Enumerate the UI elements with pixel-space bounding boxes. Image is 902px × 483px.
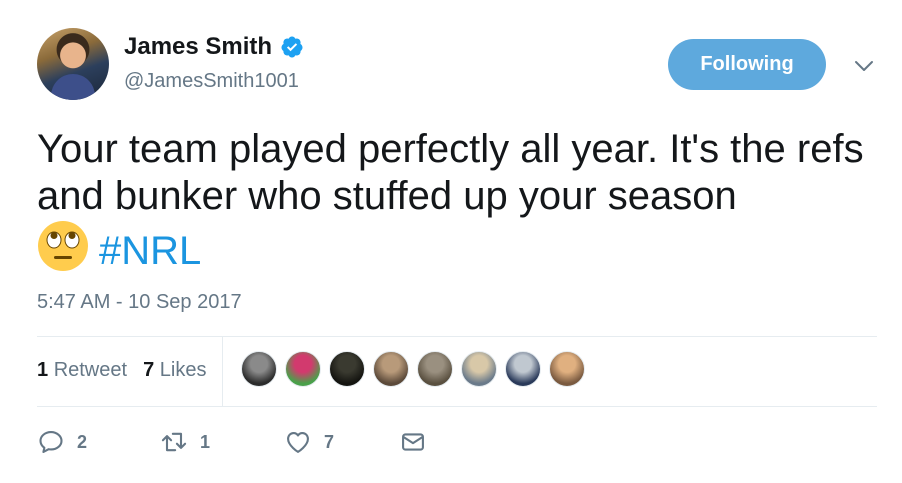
retweet-count: 1 bbox=[200, 431, 211, 452]
likes-label: Likes bbox=[159, 359, 207, 381]
liker-avatar[interactable] bbox=[329, 351, 365, 387]
tweet-timestamp[interactable]: 5:47 AM - 10 Sep 2017 bbox=[37, 291, 242, 314]
retweets-count: 1 bbox=[37, 359, 49, 381]
likers-avatars bbox=[241, 351, 585, 387]
display-name[interactable]: James Smith bbox=[124, 33, 272, 61]
retweets-stat[interactable]: 1 Retweet bbox=[37, 359, 127, 382]
liker-avatar[interactable] bbox=[373, 351, 409, 387]
liker-avatar[interactable] bbox=[461, 351, 497, 387]
user-name-row: James Smith bbox=[124, 33, 304, 61]
following-button[interactable]: Following bbox=[668, 39, 826, 90]
user-avatar[interactable] bbox=[37, 28, 109, 100]
direct-message-action[interactable] bbox=[399, 428, 427, 456]
chevron-down-icon[interactable] bbox=[852, 54, 876, 78]
heart-icon bbox=[287, 431, 309, 453]
tweet-stats: 1 Retweet 7 Likes bbox=[37, 359, 206, 382]
likes-count: 7 bbox=[143, 359, 155, 381]
divider-top bbox=[37, 336, 877, 337]
divider-bottom bbox=[37, 406, 877, 407]
reply-icon bbox=[39, 431, 63, 453]
liker-avatar[interactable] bbox=[505, 351, 541, 387]
tweet-body: Your team played perfectly all year. It'… bbox=[37, 127, 864, 218]
tweet-actions: 2 1 7 bbox=[37, 428, 427, 456]
like-count: 7 bbox=[324, 431, 335, 452]
reply-count: 2 bbox=[77, 431, 88, 452]
envelope-icon bbox=[402, 433, 424, 451]
like-action[interactable]: 7 bbox=[284, 428, 399, 456]
avatar-shirt bbox=[51, 74, 95, 100]
likes-stat[interactable]: 7 Likes bbox=[143, 359, 206, 382]
liker-avatar[interactable] bbox=[417, 351, 453, 387]
retweet-icon bbox=[161, 432, 187, 452]
hashtag-link[interactable]: #NRL bbox=[99, 229, 201, 273]
retweets-label: Retweet bbox=[53, 359, 128, 381]
reply-action[interactable]: 2 bbox=[37, 428, 160, 456]
tweet-text: Your team played perfectly all year. It'… bbox=[37, 126, 867, 275]
verified-badge-icon bbox=[281, 36, 303, 58]
user-handle[interactable]: @JamesSmith1001 bbox=[124, 70, 299, 93]
liker-avatar[interactable] bbox=[285, 351, 321, 387]
liker-avatar[interactable] bbox=[549, 351, 585, 387]
retweet-action[interactable]: 1 bbox=[160, 428, 284, 456]
rolling-eyes-emoji-icon bbox=[38, 221, 88, 271]
stats-divider bbox=[222, 336, 223, 406]
liker-avatar[interactable] bbox=[241, 351, 277, 387]
